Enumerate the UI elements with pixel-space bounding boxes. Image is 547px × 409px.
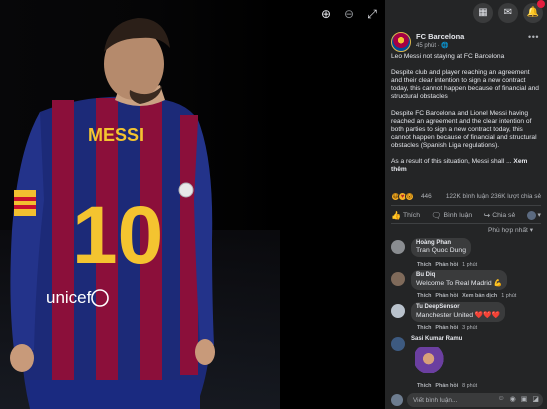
top-icons: ▦ ✉ 🔔 [385,0,547,26]
comment-count[interactable]: 122K bình luận [446,193,489,200]
divider [391,223,541,224]
jersey-number: 10 [72,190,163,281]
avatar [526,210,536,220]
comment-input[interactable] [413,395,483,405]
comment-time[interactable]: 8 phút [462,383,477,389]
thumbs-up-icon: 👍 [391,210,401,220]
reaction-icons[interactable]: 😆 ♥ 😮 [391,192,414,201]
avatar[interactable] [391,337,405,351]
avatar[interactable] [391,304,405,318]
gif-icon[interactable]: ▣ [521,395,528,403]
comment-like-link[interactable]: Thích [417,262,431,268]
comment-actions: Thích Phản hồi 8 phút [417,383,477,389]
comment-like-link[interactable]: Thích [417,325,431,331]
engagement-stats: 122K bình luận 236K lượt chia sẻ [446,193,541,200]
comment-text: Tran Quoc Dung [416,247,466,254]
comment-composer: ☺ ◉ ▣ ◪ [391,393,545,407]
comment-like-link[interactable]: Thích [417,383,431,389]
comment-reply-link[interactable]: Phản hồi [435,293,458,299]
comment-text: Welcome To Real Madrid 💪 [416,280,503,287]
comment-reply-link[interactable]: Phản hồi [435,262,458,268]
emoji-icon[interactable]: ☺ [497,395,504,403]
comment-icon: 🗨 [431,210,442,220]
comment-bubble: Bu Diq Welcome To Real Madrid 💪 [411,270,508,290]
avatar[interactable] [391,240,405,254]
camera-icon[interactable]: ◉ [510,395,516,403]
notifications-bell-icon[interactable]: 🔔 [523,0,545,23]
comment-time[interactable]: 3 phút [462,325,477,331]
sticker-icon[interactable]: ◪ [532,395,539,403]
commenter-name[interactable]: Tu DeepSensor [416,304,500,310]
comment-bubble: Hoàng Phan Tran Quoc Dung [411,238,471,257]
more-options-icon[interactable]: ••• [528,32,539,42]
comment-button[interactable]: 🗨 Bình luận [431,209,472,221]
comment-time[interactable]: 1 phút [462,262,477,268]
commenter-name[interactable]: Hoàng Phan [416,240,466,246]
caret-down-icon: ▾ [537,212,541,219]
jersey-name: MESSI [88,125,144,145]
comment-actions: Thích Phản hồi Xem bản dịch 1 phút [417,293,516,299]
post-paragraph: Despite club and player reaching an agre… [391,69,539,101]
wow-icon: 😮 [405,192,414,201]
messenger-icon[interactable]: ✉ [498,3,518,23]
comment-sort-dropdown[interactable]: Phù hợp nhất ▾ [488,226,533,234]
comment-text: Manchester United ❤️❤️❤️ [416,312,501,319]
messi-photo: MESSI 10 unicef [0,0,280,409]
share-icon: ↪ [483,210,491,220]
post-paragraph-last: As a result of this situation, Messi sha… [391,158,528,174]
see-translation-link[interactable]: Xem bản dịch [462,293,497,299]
share-button[interactable]: ↪ Chia sẻ [483,209,515,221]
post-paragraph: Leo Messi not staying at FC Barcelona [391,53,505,60]
post-side-panel: ▦ ✉ 🔔 FC Barcelona 45 phút · 🌐 ••• Leo M… [385,0,547,409]
fullscreen-icon[interactable]: ⤢ [364,6,380,22]
sticker-image [415,347,449,373]
share-count[interactable]: 236K lượt chia sẻ [491,193,541,200]
reaction-summary: 😆 ♥ 😮 446 122K bình luận 236K lượt chia … [391,192,541,202]
page-avatar[interactable] [391,32,411,52]
comment-time[interactable]: 1 phút [501,293,516,299]
comment-bubble: Tu DeepSensor Manchester United ❤️❤️❤️ [411,302,506,322]
post-paragraph: Despite FC Barcelona and Lionel Messi ha… [391,109,537,150]
commenter-name[interactable]: Sasi Kumar Ramu [411,336,462,342]
post-as-selector[interactable]: ▾ [526,209,541,221]
zoom-in-icon[interactable]: ⊕ [318,6,334,22]
comment-actions: Thích Phản hồi 1 phút [417,262,477,268]
divider [391,205,541,206]
comment-actions: Thích Phản hồi 3 phút [417,325,477,331]
viewer-toolbar: ⊕ ⊖ ⤢ [318,6,380,22]
comment-reply-link[interactable]: Phản hồi [435,325,458,331]
comment-box[interactable]: ☺ ◉ ▣ ◪ [407,393,543,407]
avatar [391,394,403,406]
avatar[interactable] [391,272,405,286]
page-name[interactable]: FC Barcelona [416,32,464,41]
post-text: Leo Messi not staying at FC Barcelona De… [391,53,541,183]
post-actions: 👍 Thích 🗨 Bình luận ↪ Chia sẻ ▾ [391,209,541,221]
post-header: FC Barcelona 45 phút · 🌐 ••• [391,32,541,54]
sponsor-logo: unicef [46,288,92,307]
reaction-count[interactable]: 446 [421,193,432,200]
notification-badge [537,0,545,8]
caret-down-icon: ▾ [529,227,533,234]
commenter-name[interactable]: Bu Diq [416,272,502,278]
like-button[interactable]: 👍 Thích [391,209,420,221]
globe-icon: 🌐 [441,43,449,49]
comment-like-link[interactable]: Thích [417,293,431,299]
menu-grid-icon[interactable]: ▦ [473,3,493,23]
post-time[interactable]: 45 phút · 🌐 [416,42,449,49]
zoom-out-icon[interactable]: ⊖ [341,6,357,22]
composer-icons: ☺ ◉ ▣ ◪ [497,395,539,403]
photo-viewer[interactable]: MESSI 10 unicef ⊕ ⊖ ⤢ [0,0,385,409]
comment-reply-link[interactable]: Phản hồi [435,383,458,389]
